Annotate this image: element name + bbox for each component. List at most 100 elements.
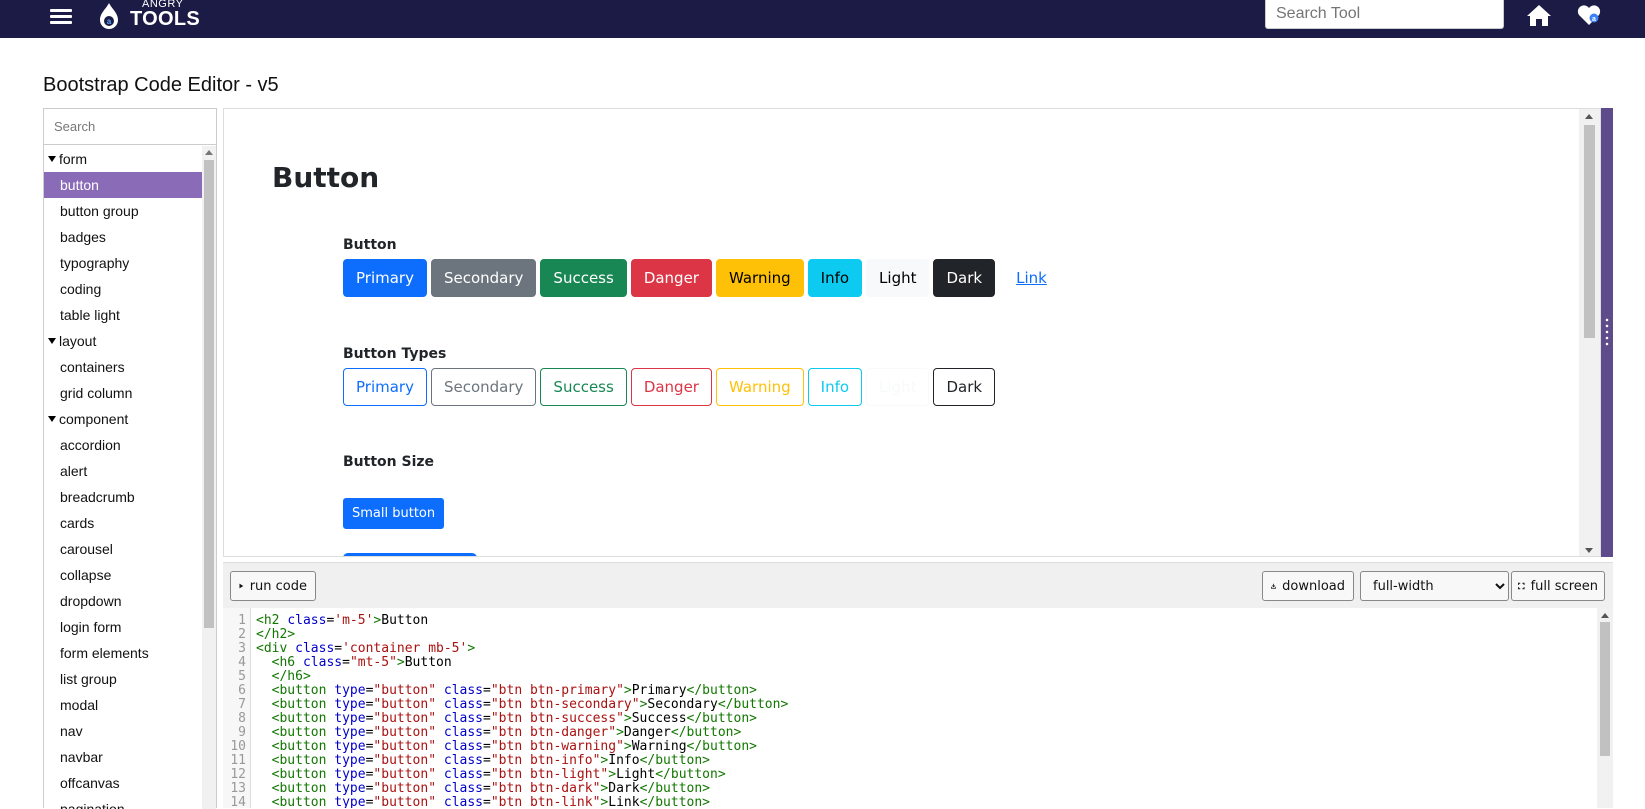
preview-dark-button[interactable]: Dark (933, 259, 996, 297)
preview-link-button[interactable]: Link (1003, 259, 1060, 297)
editor-scrollbar[interactable] (1597, 608, 1613, 808)
preview-success-button[interactable]: Success (540, 259, 627, 297)
scroll-down-arrow-icon[interactable] (1585, 548, 1593, 553)
hamburger-menu-icon[interactable] (48, 6, 74, 32)
preview-secondary-button[interactable]: Secondary (430, 259, 537, 297)
code-line[interactable]: <button type="button" class="btn btn-dan… (256, 726, 1556, 740)
code-line[interactable]: <button type="button" class="btn btn-inf… (256, 754, 1556, 768)
code-line[interactable]: <div class='container mb-5'> (256, 642, 1556, 656)
sidebar-item-badges[interactable]: badges (44, 224, 202, 250)
code-token: = (483, 753, 491, 768)
download-button[interactable]: download (1262, 571, 1354, 601)
sidebar-item-dropdown[interactable]: dropdown (44, 588, 202, 614)
sidebar-item-carousel[interactable]: carousel (44, 536, 202, 562)
sidebar-item-form-elements[interactable]: form elements (44, 640, 202, 666)
code-token: class (443, 739, 484, 754)
preview-section-title: Button Types (343, 346, 447, 362)
sidebar-item-form[interactable]: form (44, 146, 202, 172)
code-line[interactable]: </h6> (256, 670, 1556, 684)
scroll-up-arrow-icon[interactable] (1585, 114, 1593, 119)
preview-danger-button[interactable]: Danger (630, 259, 712, 297)
code-line[interactable]: <h2 class='m-5'>Button (256, 614, 1556, 628)
code-line[interactable]: <button type="button" class="btn btn-suc… (256, 712, 1556, 726)
site-logo[interactable]: a ANGRY TOOLS (98, 0, 208, 38)
caret-down-icon[interactable] (48, 156, 56, 163)
sidebar-item-layout[interactable]: layout (44, 328, 202, 354)
preview-outline-warning-button[interactable]: Warning (715, 368, 804, 406)
run-code-button[interactable]: run code (230, 571, 316, 601)
sidebar-item-accordion[interactable]: accordion (44, 432, 202, 458)
resize-handle[interactable] (1601, 108, 1613, 557)
preview-scrollbar[interactable] (1579, 109, 1600, 556)
preview-primary-button[interactable]: Primary (343, 259, 427, 297)
preview-outline-info-button[interactable]: Info (807, 368, 863, 406)
caret-down-icon[interactable] (48, 338, 56, 345)
search-tool-input[interactable] (1265, 0, 1504, 29)
sidebar-item-collapse[interactable]: collapse (44, 562, 202, 588)
sidebar-item-typography[interactable]: typography (44, 250, 202, 276)
sidebar-scroll-thumb[interactable] (204, 160, 214, 628)
sidebar-item-button[interactable]: button (44, 172, 202, 198)
preview-info-button[interactable]: Info (807, 259, 863, 297)
sidebar-item-nav[interactable]: nav (44, 718, 202, 744)
width-select[interactable]: full-width (1360, 571, 1509, 601)
code-token: "btn btn-info" (490, 753, 601, 768)
preview-outline-primary-button[interactable]: Primary (343, 368, 427, 406)
preview-outline-dark-button[interactable]: Dark (933, 368, 996, 406)
preview-scroll-thumb[interactable] (1584, 125, 1595, 338)
code-lines[interactable]: <h2 class='m-5'>Button </h2> <div class='c… (256, 614, 1556, 809)
sidebar-item-label: carousel (60, 541, 113, 557)
preview-large-button-partial[interactable] (343, 553, 477, 556)
sidebar-item-containers[interactable]: containers (44, 354, 202, 380)
code-line[interactable]: <button type="button" class="btn btn-dar… (256, 782, 1556, 796)
code-line[interactable]: <button type="button" class="btn btn-war… (256, 740, 1556, 754)
sidebar-item-label: list group (60, 671, 117, 687)
favorites-heart-icon[interactable]: a (1576, 2, 1602, 28)
svg-text:a: a (1592, 16, 1596, 23)
sidebar-item-cards[interactable]: cards (44, 510, 202, 536)
sidebar-item-offcanvas[interactable]: offcanvas (44, 770, 202, 796)
code-line[interactable]: <button type="button" class="btn btn-pri… (256, 684, 1556, 698)
sidebar-item-coding[interactable]: coding (44, 276, 202, 302)
scroll-up-arrow-icon[interactable] (1601, 613, 1609, 618)
preview-outline-light-button[interactable]: Light (866, 368, 930, 406)
sidebar-search-input[interactable] (44, 109, 216, 145)
preview-outline-secondary-button[interactable]: Secondary (430, 368, 537, 406)
scroll-up-arrow-icon[interactable] (205, 150, 213, 155)
preview-warning-button[interactable]: Warning (715, 259, 804, 297)
sidebar-item-component[interactable]: component (44, 406, 202, 432)
code-token: Dark (608, 781, 640, 796)
editor-scroll-thumb[interactable] (1600, 622, 1610, 756)
sidebar-item-navbar[interactable]: navbar (44, 744, 202, 770)
code-token: "btn btn-warning" (490, 739, 624, 754)
sidebar-item-alert[interactable]: alert (44, 458, 202, 484)
download-icon (1271, 583, 1277, 589)
run-code-label: run code (249, 578, 307, 594)
sidebar-item-button-group[interactable]: button group (44, 198, 202, 224)
sidebar-scrollbar[interactable] (202, 146, 216, 809)
code-line[interactable]: <button type="button" class="btn btn-lig… (256, 768, 1556, 782)
sidebar-item-breadcrumb[interactable]: breadcrumb (44, 484, 202, 510)
code-token: <h6 (271, 655, 303, 670)
code-token: </button> (639, 781, 711, 796)
preview-light-button[interactable]: Light (866, 259, 930, 297)
sidebar-item-pagination[interactable]: pagination (44, 796, 202, 809)
code-line[interactable]: <button type="button" class="btn btn-lin… (256, 796, 1556, 809)
code-line[interactable]: <button type="button" class="btn btn-sec… (256, 698, 1556, 712)
sidebar-item-grid-column[interactable]: grid column (44, 380, 202, 406)
sidebar-item-login-form[interactable]: login form (44, 614, 202, 640)
full-screen-button[interactable]: full screen (1511, 571, 1605, 601)
code-line[interactable]: <h6 class="mt-5">Button (256, 656, 1556, 670)
home-icon[interactable] (1526, 3, 1552, 27)
caret-down-icon[interactable] (48, 416, 56, 423)
sidebar-item-table-light[interactable]: table light (44, 302, 202, 328)
sidebar-item-list-group[interactable]: list group (44, 666, 202, 692)
preview-outline-danger-button[interactable]: Danger (630, 368, 712, 406)
code-token: Warning (631, 739, 687, 754)
code-editor[interactable]: 1 2 3 4 5 6 7 8 9 10 11 12 13 14 <h2 class='m-5'>Butt… (223, 608, 1613, 808)
preview-small-button[interactable]: Small button (343, 498, 445, 529)
code-line[interactable]: </h2> (256, 628, 1556, 642)
sidebar-item-modal[interactable]: modal (44, 692, 202, 718)
preview-outline-success-button[interactable]: Success (540, 368, 627, 406)
